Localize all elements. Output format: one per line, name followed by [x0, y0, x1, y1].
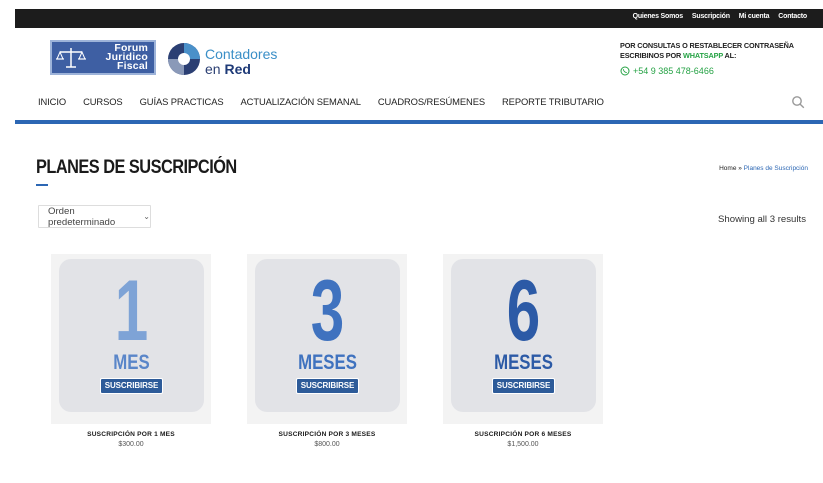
- subscribe-button[interactable]: SUSCRIBIRSE: [296, 378, 359, 394]
- product-image[interactable]: 3 MESES SUSCRIBIRSE: [255, 259, 400, 412]
- page: Quienes Somos Suscripción Mi cuenta Cont…: [15, 9, 823, 483]
- sort-order-label: Orden predeterminado: [48, 205, 116, 228]
- page-title: PLANES DE SUSCRIPCIÓN: [36, 157, 237, 178]
- product-name[interactable]: SUSCRIPCIÓN POR 1 MES: [51, 431, 211, 438]
- top-link-suscripcion[interactable]: Suscripción: [692, 13, 730, 20]
- phone-number: +54 9 385 478-6466: [633, 66, 714, 76]
- nav-item-inicio[interactable]: INICIO: [38, 96, 66, 107]
- title-underline: [36, 184, 48, 186]
- aperture-logo-icon: [168, 43, 200, 75]
- product-tile: 1 MES SUSCRIBIRSE: [51, 254, 211, 424]
- plan-unit: MESES: [298, 351, 357, 374]
- contact-line-2-pre: ESCRIBINOS POR: [620, 50, 684, 60]
- nav-item-cursos[interactable]: CURSOS: [83, 96, 123, 107]
- breadcrumb-separator: »: [736, 165, 744, 172]
- product-price: $300.00: [118, 441, 144, 448]
- plan-number: 1: [114, 263, 149, 359]
- plan-unit: MES: [113, 351, 150, 374]
- product-price: $1,500.00: [507, 441, 539, 448]
- product-image[interactable]: 6 MESES SUSCRIBIRSE: [451, 259, 596, 412]
- contact-line-1: POR CONSULTAS O RESTABLECER CONTRASEÑA: [620, 41, 794, 50]
- breadcrumb: Home » Planes de Suscripción: [719, 165, 808, 172]
- plan-number: 6: [506, 263, 541, 359]
- product-name[interactable]: SUSCRIPCIÓN POR 6 MESES: [443, 431, 603, 438]
- contact-line-2: ESCRIBINOS POR WHATSAPP AL:: [620, 51, 810, 61]
- subscribe-button[interactable]: SUSCRIBIRSE: [492, 378, 555, 394]
- nav-item-reporte-tributario[interactable]: REPORTE TRIBUTARIO: [502, 96, 604, 107]
- top-bar: Quienes Somos Suscripción Mi cuenta Cont…: [15, 9, 823, 28]
- header-divider: [15, 120, 823, 124]
- scales-icon: [56, 48, 86, 68]
- chevron-down-icon: ⌄: [143, 212, 150, 221]
- logo-contadores-text: Contadores: [205, 46, 278, 62]
- logo-en-text: en: [205, 61, 225, 77]
- plan-unit: MESES: [494, 351, 553, 374]
- breadcrumb-current: Planes de Suscripción: [743, 165, 808, 172]
- product-name[interactable]: SUSCRIPCIÓN POR 3 MESES: [247, 431, 407, 438]
- subscribe-button[interactable]: SUSCRIBIRSE: [100, 378, 163, 394]
- whatsapp-icon: [620, 66, 630, 76]
- forum-logo-line: Fiscal: [117, 60, 148, 72]
- search-icon[interactable]: [791, 95, 805, 109]
- whatsapp-phone-link[interactable]: +54 9 385 478-6466: [620, 66, 810, 76]
- plan-number: 3: [310, 263, 345, 359]
- product-price: $800.00: [314, 441, 340, 448]
- forum-juridico-logo[interactable]: Forum Juridico Fiscal: [50, 40, 156, 75]
- product-tile: 6 MESES SUSCRIBIRSE: [443, 254, 603, 424]
- contadores-en-red-logo[interactable]: Contadores en Red: [167, 40, 297, 78]
- top-link-mi-cuenta[interactable]: Mi cuenta: [739, 13, 770, 20]
- nav-item-guias-practicas[interactable]: GUÍAS PRACTICAS: [140, 96, 224, 107]
- product-image[interactable]: 1 MES SUSCRIBIRSE: [59, 259, 204, 412]
- forum-logo-text: Forum Juridico Fiscal: [106, 43, 148, 72]
- result-count: Showing all 3 results: [718, 214, 806, 225]
- top-link-contacto[interactable]: Contacto: [778, 13, 807, 20]
- sort-order-select[interactable]: Orden predeterminado ⌄: [38, 205, 151, 228]
- nav-item-actualizacion-semanal[interactable]: ACTUALIZACIÓN SEMANAL: [241, 96, 361, 107]
- contact-block: POR CONSULTAS O RESTABLECER CONTRASEÑA E…: [620, 41, 810, 76]
- product-tile: 3 MESES SUSCRIBIRSE: [247, 254, 407, 424]
- breadcrumb-home[interactable]: Home: [719, 165, 736, 172]
- whatsapp-word: WHATSAPP: [683, 50, 723, 60]
- top-link-quienes-somos[interactable]: Quienes Somos: [633, 13, 684, 20]
- contact-line-2-post: AL:: [722, 50, 737, 60]
- top-links: Quienes Somos Suscripción Mi cuenta Cont…: [633, 13, 808, 20]
- logo-en-red-text: en Red: [205, 61, 251, 77]
- nav-item-cuadros-resumenes[interactable]: CUADROS/RESÚMENES: [378, 96, 485, 107]
- main-nav: INICIO CURSOS GUÍAS PRACTICAS ACTUALIZAC…: [38, 96, 621, 107]
- logo-red-text: Red: [224, 61, 251, 77]
